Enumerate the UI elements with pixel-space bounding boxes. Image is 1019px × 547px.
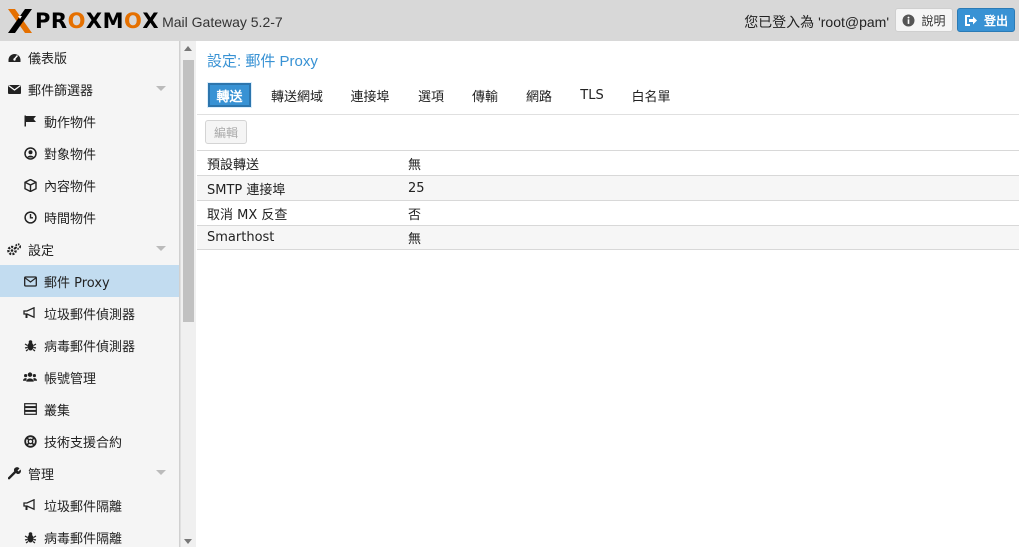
server-icon: [23, 402, 37, 416]
setting-value: 無: [408, 157, 422, 173]
envelope-outline-icon: [23, 274, 37, 288]
bullhorn-icon: [23, 306, 37, 320]
life-ring-icon: [23, 434, 37, 448]
edit-button[interactable]: 編輯: [205, 120, 247, 144]
scroll-down-arrow-icon[interactable]: [184, 539, 192, 544]
nav-item-label: 內容物件: [44, 179, 97, 195]
navigation-tree: 儀表版 郵件篩選器 動作物件 對象物件 內容物件 時間物件 設定 郵件 Prox…: [0, 41, 180, 547]
sign-out-icon: [964, 14, 978, 27]
nav-item-label: 對象物件: [44, 147, 97, 163]
nav-item-label: 郵件 Proxy: [44, 275, 110, 291]
nav-item-spam-quarantine[interactable]: 垃圾郵件隔離: [0, 489, 179, 521]
setting-name: 預設轉送: [207, 157, 260, 173]
setting-name: Smarthost: [207, 230, 275, 245]
nav-item-label: 儀表版: [28, 51, 68, 67]
nav-item-mail-proxy[interactable]: 郵件 Proxy: [0, 265, 179, 297]
clock-icon: [23, 210, 37, 224]
logout-button[interactable]: 登出: [957, 8, 1015, 32]
nav-item-spam-detector[interactable]: 垃圾郵件偵測器: [0, 297, 179, 329]
nav-item-configuration[interactable]: 設定: [0, 233, 179, 265]
help-button-label: 說明: [921, 13, 946, 28]
cube-icon: [23, 178, 37, 192]
wrench-icon: [7, 466, 21, 480]
nav-item-label: 垃圾郵件隔離: [44, 499, 123, 515]
gears-icon: [7, 242, 21, 256]
relay-settings-grid: 預設轉送 無 SMTP 連接埠 25 取消 MX 反查 否 Smarthost …: [197, 150, 1019, 250]
user-circle-icon: [23, 146, 37, 160]
bug-icon: [23, 530, 37, 544]
nav-item-label: 設定: [28, 243, 55, 259]
sidebar-scrollbar-thumb[interactable]: [183, 60, 194, 322]
nav-item-administration[interactable]: 管理: [0, 457, 179, 489]
setting-name: SMTP 連接埠: [207, 182, 286, 198]
expand-caret-icon[interactable]: [156, 246, 166, 251]
nav-item-action-objects[interactable]: 動作物件: [0, 105, 179, 137]
table-row[interactable]: 預設轉送 無: [197, 150, 1019, 175]
tab-whitelist[interactable]: 白名單: [624, 83, 678, 107]
setting-value: 否: [408, 207, 422, 223]
nav-item-virus-detector[interactable]: 病毒郵件偵測器: [0, 329, 179, 361]
nav-item-virus-quarantine[interactable]: 病毒郵件隔離: [0, 521, 179, 547]
bug-icon: [23, 338, 37, 352]
nav-item-who-objects[interactable]: 對象物件: [0, 137, 179, 169]
flag-icon: [23, 114, 37, 128]
logout-button-label: 登出: [983, 13, 1008, 28]
nav-item-label: 叢集: [44, 403, 71, 419]
table-row[interactable]: 取消 MX 反查 否: [197, 200, 1019, 225]
table-row[interactable]: Smarthost 無: [197, 225, 1019, 250]
nav-item-label: 技術支援合約: [44, 435, 123, 451]
tab-relay-domains[interactable]: 轉送網域: [264, 83, 330, 107]
logo-wordmark: PR O XM O X: [35, 8, 160, 33]
nav-item-label: 病毒郵件偵測器: [44, 339, 136, 355]
info-circle-icon: [902, 14, 915, 27]
nav-item-dashboard[interactable]: 儀表版: [0, 41, 179, 73]
product-version: Mail Gateway 5.2-7: [162, 14, 283, 30]
nav-item-mail-filter[interactable]: 郵件篩選器: [0, 73, 179, 105]
bullhorn-icon: [23, 498, 37, 512]
tab-ports[interactable]: 連接埠: [343, 83, 397, 107]
nav-item-label: 垃圾郵件偵測器: [44, 307, 136, 323]
nav-item-label: 管理: [28, 467, 55, 483]
logo-x-icon: [6, 7, 34, 35]
nav-item-label: 時間物件: [44, 211, 97, 227]
tab-networks[interactable]: 網路: [518, 83, 560, 107]
nav-item-subscription[interactable]: 技術支援合約: [0, 425, 179, 457]
expand-caret-icon[interactable]: [156, 470, 166, 475]
expand-caret-icon[interactable]: [156, 86, 166, 91]
nav-item-label: 動作物件: [44, 115, 97, 131]
login-status: 您已登入為 'root@pam': [744, 14, 889, 30]
dashboard-icon: [7, 50, 21, 64]
tab-tls[interactable]: TLS: [572, 83, 612, 107]
scroll-up-arrow-icon[interactable]: [184, 46, 192, 51]
nav-item-label: 病毒郵件隔離: [44, 531, 123, 547]
tab-relaying[interactable]: 轉送: [208, 83, 251, 107]
nav-item-user-management[interactable]: 帳號管理: [0, 361, 179, 393]
proxmox-logo: PR O XM O X: [6, 7, 159, 35]
tab-transports[interactable]: 傳輸: [464, 83, 506, 107]
nav-item-what-objects[interactable]: 內容物件: [0, 169, 179, 201]
setting-value: 25: [408, 180, 425, 196]
tab-options[interactable]: 選項: [410, 83, 452, 107]
top-header: PR O XM O X Mail Gateway 5.2-7 您已登入為 'root@p…: [0, 0, 1019, 41]
nav-item-when-objects[interactable]: 時間物件: [0, 201, 179, 233]
help-button[interactable]: 說明: [895, 8, 953, 32]
envelope-icon: [7, 82, 21, 96]
setting-name: 取消 MX 反查: [207, 207, 288, 223]
setting-value: 無: [408, 232, 422, 247]
table-row[interactable]: SMTP 連接埠 25: [197, 175, 1019, 200]
panel-title: 設定: 郵件 Proxy: [207, 53, 318, 70]
nav-item-cluster[interactable]: 叢集: [0, 393, 179, 425]
nav-item-label: 郵件篩選器: [28, 83, 94, 99]
nav-item-label: 帳號管理: [44, 371, 97, 387]
toolbar-divider: [197, 114, 1019, 115]
users-icon: [23, 370, 37, 384]
